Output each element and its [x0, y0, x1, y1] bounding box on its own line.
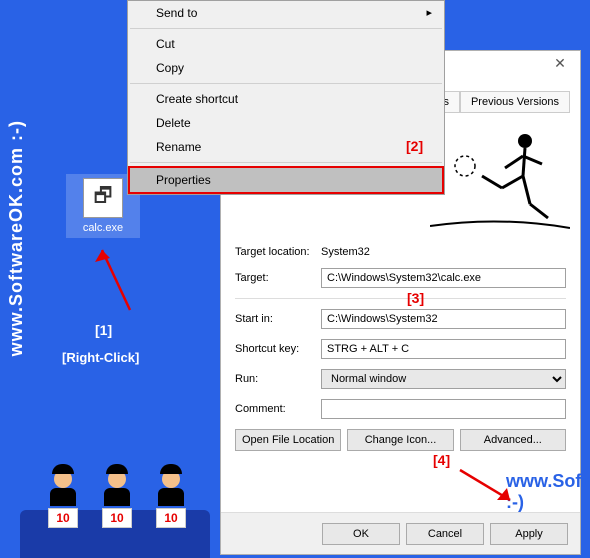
desktop-icon-label: calc.exe [70, 222, 136, 234]
target-input[interactable] [321, 268, 566, 288]
arrow-4-icon [455, 462, 525, 512]
target-location-label: Target location: [235, 246, 321, 258]
annotation-2: [2] [406, 138, 423, 154]
open-file-location-button[interactable]: Open File Location [235, 429, 341, 451]
comment-input[interactable] [321, 399, 566, 419]
startin-label: Start in: [235, 313, 321, 325]
menu-delete[interactable]: Delete [128, 111, 444, 135]
menu-cut[interactable]: Cut [128, 32, 444, 56]
change-icon-button[interactable]: Change Icon... [347, 429, 453, 451]
menu-separator [130, 28, 442, 29]
menu-create-shortcut[interactable]: Create shortcut [128, 87, 444, 111]
context-menu: Send to Cut Copy Create shortcut Delete … [127, 0, 445, 195]
comment-label: Comment: [235, 403, 321, 415]
target-label: Target: [235, 272, 321, 284]
tab-previous-versions[interactable]: Previous Versions [460, 91, 570, 113]
menu-send-to[interactable]: Send to [128, 1, 444, 25]
arrow-1-icon [90, 240, 140, 320]
target-location-value: System32 [321, 246, 566, 258]
calc-icon: 🗗 [83, 178, 123, 218]
annotation-1: [1] [95, 322, 112, 338]
menu-separator [130, 162, 442, 163]
ok-button[interactable]: OK [322, 523, 400, 545]
menu-rename[interactable]: Rename [128, 135, 444, 159]
startin-input[interactable] [321, 309, 566, 329]
judges-illustration: 10 10 10 [20, 458, 210, 558]
annotation-right-click: [Right-Click] [62, 350, 139, 365]
run-label: Run: [235, 373, 321, 385]
advanced-button[interactable]: Advanced... [460, 429, 566, 451]
run-select[interactable]: Normal window [321, 369, 566, 389]
separator [235, 298, 566, 299]
shortcut-key-input[interactable] [321, 339, 566, 359]
menu-copy[interactable]: Copy [128, 56, 444, 80]
watermark-left: www.SoftwareOK.com :-) [6, 120, 27, 356]
annotation-4: [4] [433, 452, 450, 468]
menu-separator [130, 83, 442, 84]
shortcut-key-label: Shortcut key: [235, 343, 321, 355]
properties-form: Target location: System32 Target: Start … [235, 246, 566, 451]
dialog-footer: OK Cancel Apply [221, 512, 580, 554]
apply-button[interactable]: Apply [490, 523, 568, 545]
cancel-button[interactable]: Cancel [406, 523, 484, 545]
annotation-3: [3] [407, 290, 424, 306]
menu-properties[interactable]: Properties [128, 166, 444, 194]
close-button[interactable]: ✕ [540, 51, 580, 79]
soccer-player-illustration [430, 126, 570, 236]
